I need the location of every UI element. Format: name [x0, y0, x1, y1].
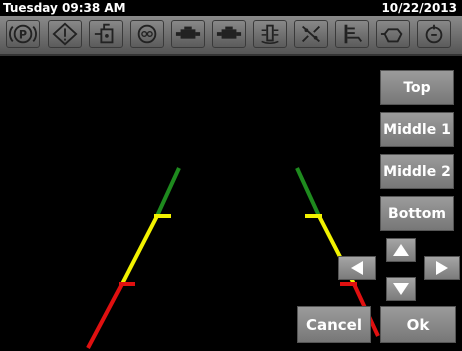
triangle-left-icon: [351, 261, 363, 275]
coolant-icon: [253, 20, 287, 48]
brake-system-icon: [130, 20, 164, 48]
triangle-right-icon: [436, 261, 448, 275]
transmission-temp-icon: [417, 20, 451, 48]
triangle-up-icon: [393, 244, 409, 256]
arrow-right-button[interactable]: [424, 256, 460, 280]
oil-pressure-icon: [89, 20, 123, 48]
top-button[interactable]: Top: [380, 70, 454, 105]
fuel-filter-icon: [294, 20, 328, 48]
ok-button[interactable]: Ok: [380, 306, 456, 343]
left-guide-line: [86, 167, 181, 349]
day-time-label: Tuesday 09:38 AM: [3, 1, 126, 15]
warning-icon: [48, 20, 82, 48]
bottom-button[interactable]: Bottom: [380, 196, 454, 231]
status-bar: Tuesday 09:38 AM 10/22/2013: [0, 0, 462, 16]
parking-brake-icon: P: [6, 20, 40, 48]
date-label: 10/22/2013: [381, 1, 457, 15]
transmission-icon: [376, 20, 410, 48]
fuel-level-icon: [335, 20, 369, 48]
arrow-down-button[interactable]: [386, 277, 416, 301]
svg-text:P: P: [19, 29, 27, 42]
engine-icon: [212, 20, 246, 48]
engine-icon: [171, 20, 205, 48]
arrow-up-button[interactable]: [386, 238, 416, 262]
middle1-button[interactable]: Middle 1: [380, 112, 454, 147]
telltale-bar: P: [0, 16, 462, 56]
middle2-button[interactable]: Middle 2: [380, 154, 454, 189]
cancel-button[interactable]: Cancel: [297, 306, 371, 343]
arrow-left-button[interactable]: [338, 256, 376, 280]
triangle-down-icon: [393, 283, 409, 295]
